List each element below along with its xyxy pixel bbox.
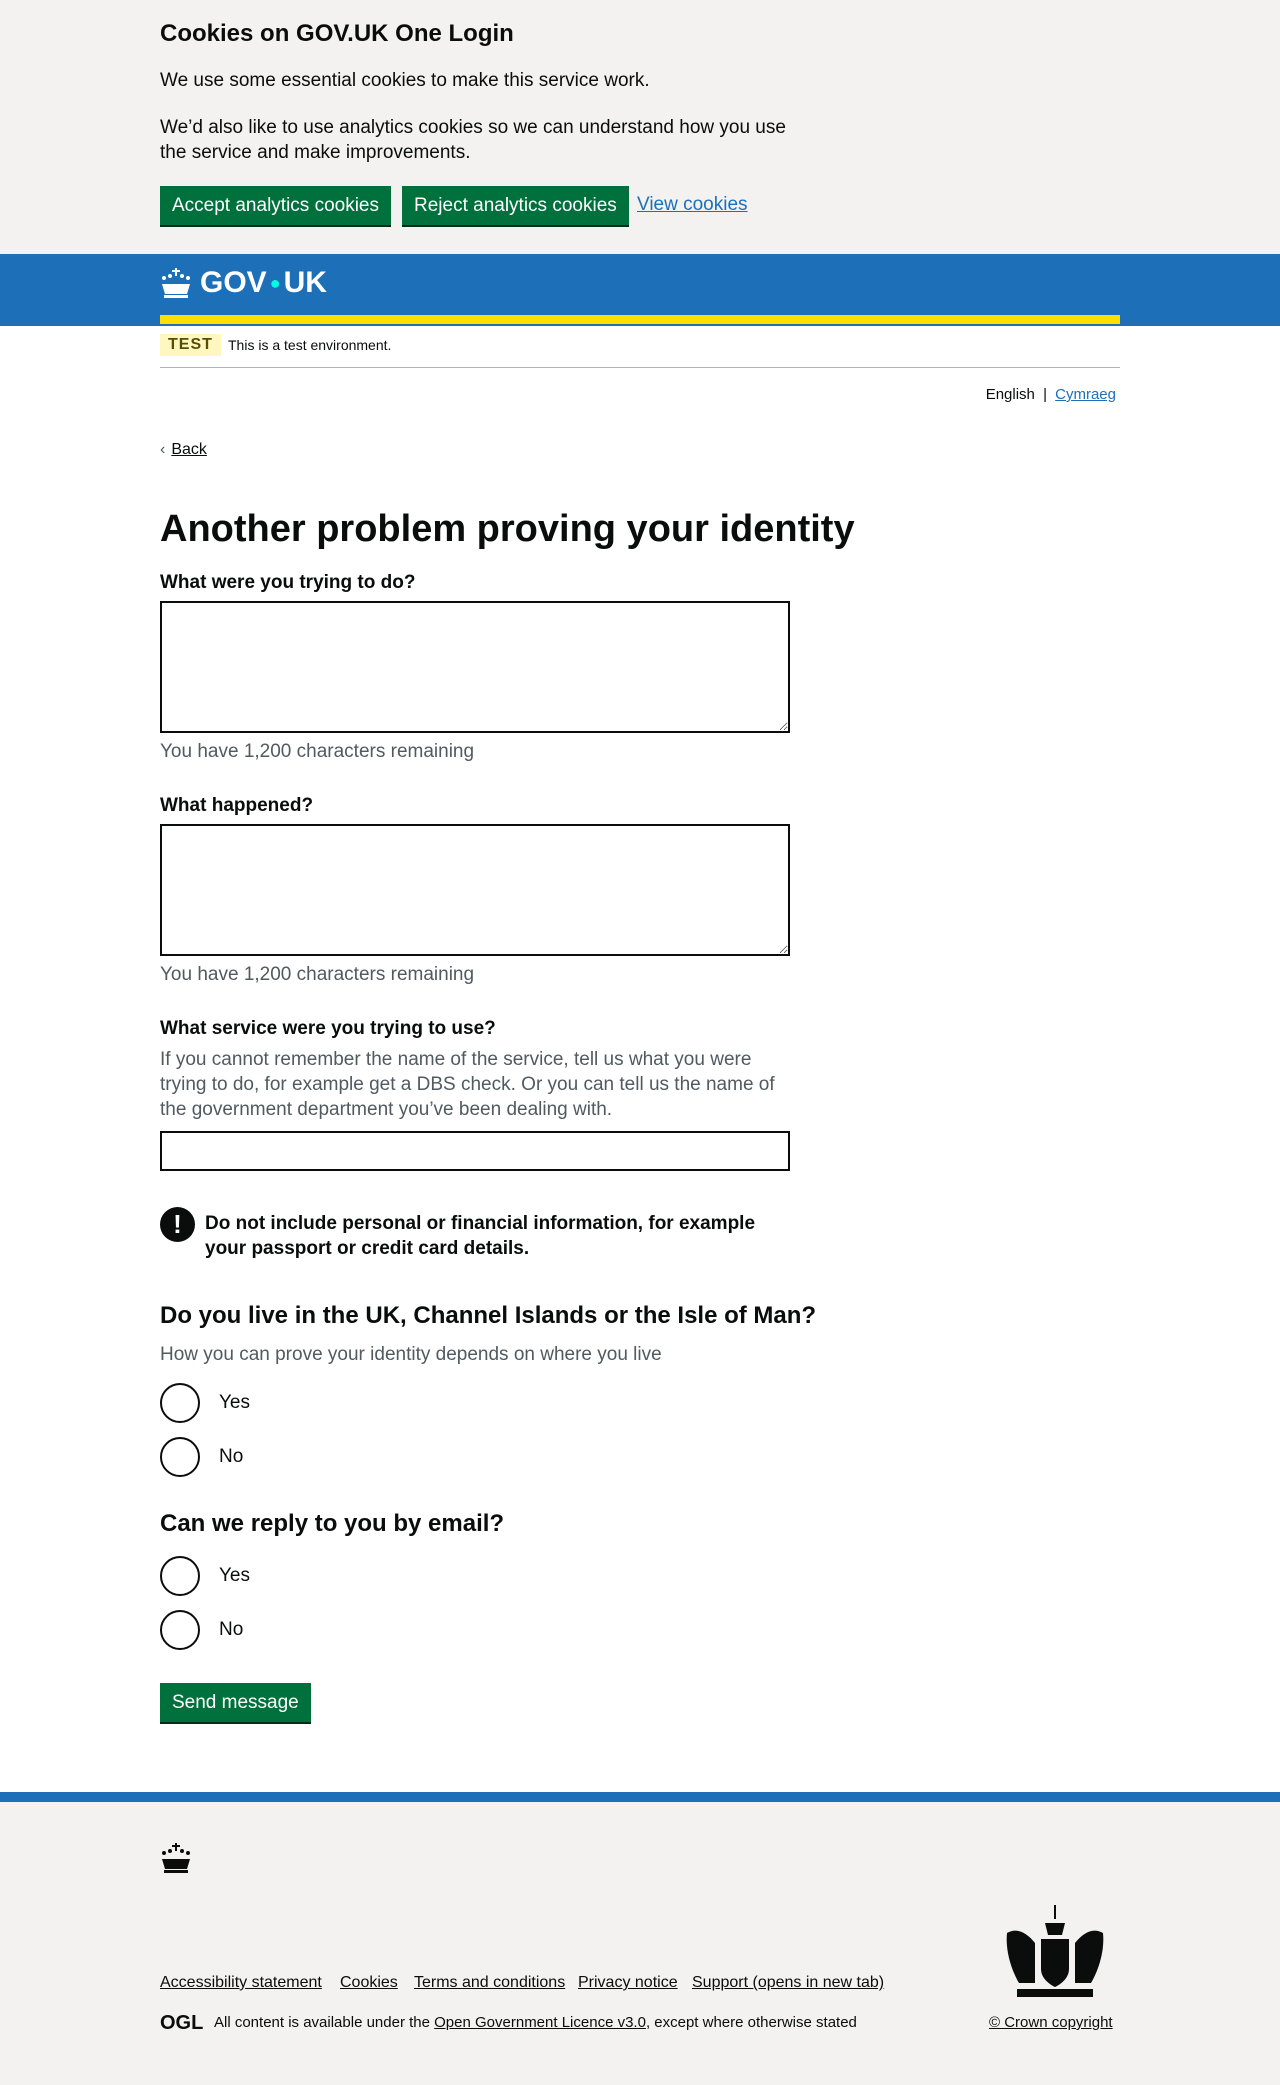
what-happened-textarea[interactable] xyxy=(160,824,790,956)
licence-post: , except where otherwise stated xyxy=(645,2014,857,2031)
footer-link-accessibility[interactable]: Accessibility statement xyxy=(160,1974,322,1992)
cookie-title: Cookies on GOV.UK One Login xyxy=(160,20,514,47)
cookie-text-analytics: We’d also like to use analytics cookies … xyxy=(160,117,786,163)
send-message-button[interactable]: Send message xyxy=(160,1683,311,1722)
q4-hint: How you can prove your identity depends … xyxy=(160,1344,662,1365)
chevron-left-icon: ‹ xyxy=(160,441,166,458)
uk-yes-radio[interactable] xyxy=(160,1383,200,1423)
ogl-logo: OGL xyxy=(160,2012,204,2034)
lang-separator: | xyxy=(1043,386,1047,403)
view-cookies-link[interactable]: View cookies xyxy=(637,194,748,216)
accept-cookies-button[interactable]: Accept analytics cookies xyxy=(160,186,391,225)
crown-icon xyxy=(162,1843,190,1873)
trying-to-do-textarea[interactable] xyxy=(160,601,790,733)
q3-label: What service were you trying to use? xyxy=(160,1018,496,1039)
lang-english: English xyxy=(985,386,1035,403)
logo-text-uk: UK xyxy=(283,266,327,299)
back-link[interactable]: ‹ Back xyxy=(160,441,207,459)
reject-cookies-button[interactable]: Reject analytics cookies xyxy=(402,186,629,225)
royal-coat-of-arms-icon xyxy=(1006,1905,1104,1997)
footer-link-cookies[interactable]: Cookies xyxy=(340,1974,398,1992)
divider xyxy=(160,367,1120,368)
service-input[interactable] xyxy=(160,1131,790,1171)
header-stripe xyxy=(160,315,1120,324)
licence-text: All content is available under the Open … xyxy=(214,2014,857,2031)
page-title: Another problem proving your identity xyxy=(160,508,855,550)
uk-yes-label[interactable]: Yes xyxy=(219,1392,250,1414)
footer-link-support[interactable]: Support (opens in new tab) xyxy=(692,1974,884,1992)
govuk-logo[interactable]: GOV ● UK xyxy=(160,266,327,300)
email-no-radio[interactable] xyxy=(160,1610,200,1650)
footer-link-privacy[interactable]: Privacy notice xyxy=(578,1974,678,1992)
q2-character-count: You have 1,200 characters remaining xyxy=(160,964,475,985)
uk-no-label[interactable]: No xyxy=(219,1446,243,1468)
logo-text: GOV xyxy=(200,266,267,299)
q5-title: Can we reply to you by email? xyxy=(160,1510,505,1537)
q1-character-count: You have 1,200 characters remaining xyxy=(160,741,475,762)
logo-dot: ● xyxy=(269,272,281,293)
cookie-text: We use some essential cookies to make th… xyxy=(160,70,650,91)
q4-title: Do you live in the UK, Channel Islands o… xyxy=(160,1302,817,1329)
licence-link[interactable]: Open Government Licence v3.0 xyxy=(434,2014,646,2031)
email-yes-radio[interactable] xyxy=(160,1556,200,1596)
footer-link-terms[interactable]: Terms and conditions xyxy=(414,1974,565,1992)
back-label: Back xyxy=(171,441,207,458)
language-toggle: English | Cymraeg xyxy=(986,386,1116,403)
phase-text: This is a test environment. xyxy=(228,337,392,353)
warning-icon: ! xyxy=(160,1207,195,1242)
licence-pre: All content is available under the xyxy=(214,2014,435,2031)
email-no-label[interactable]: No xyxy=(219,1619,243,1641)
warning-text: Do not include personal or financial inf… xyxy=(205,1213,756,1259)
phase-tag: TEST xyxy=(160,334,221,356)
q2-label: What happened? xyxy=(160,795,314,816)
q3-hint: If you cannot remember the name of the s… xyxy=(160,1049,775,1120)
lang-welsh-link[interactable]: Cymraeg xyxy=(1055,386,1116,403)
q1-label: What were you trying to do? xyxy=(160,572,416,593)
cookie-banner: Cookies on GOV.UK One Login We use some … xyxy=(0,0,1280,254)
uk-no-radio[interactable] xyxy=(160,1437,200,1477)
crown-icon xyxy=(162,268,190,298)
crown-copyright-link[interactable]: © Crown copyright xyxy=(989,2014,1113,2031)
email-yes-label[interactable]: Yes xyxy=(219,1565,250,1587)
